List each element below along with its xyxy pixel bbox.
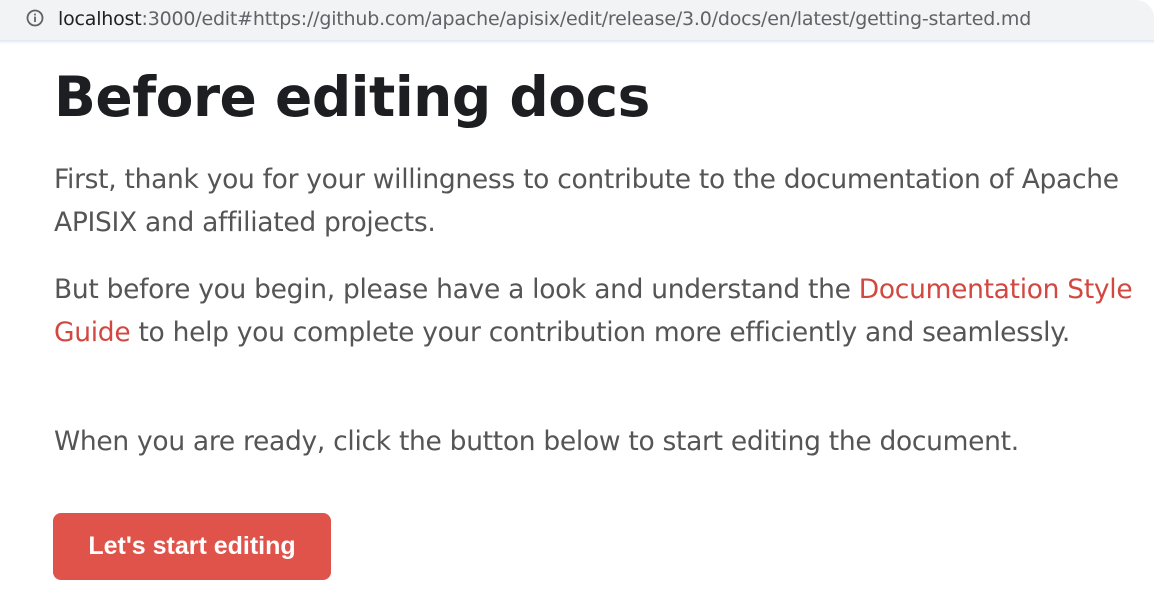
url-path: :3000/edit#https://github.com/apache/api…	[141, 8, 1032, 30]
url-host: localhost	[58, 8, 142, 30]
main-content: Before editing docs First, thank you for…	[54, 58, 1134, 457]
info-circle-icon[interactable]	[26, 9, 44, 27]
address-bar-shadow	[0, 40, 1154, 44]
page-title: Before editing docs	[54, 65, 650, 129]
intro-paragraph: First, thank you for your willingness to…	[54, 164, 1119, 238]
style-guide-paragraph: But before you begin, please have a look…	[54, 268, 1134, 354]
ready-paragraph: When you are ready, click the button bel…	[54, 426, 1019, 457]
url-text[interactable]: localhost:3000/edit#https://github.com/a…	[58, 6, 1031, 32]
style-guide-text-after: to help you complete your contribution m…	[130, 317, 1070, 348]
start-editing-button[interactable]: Let's start editing	[53, 513, 331, 580]
style-guide-text-before: But before you begin, please have a look…	[54, 274, 859, 305]
address-bar[interactable]: localhost:3000/edit#https://github.com/a…	[0, 0, 1154, 40]
